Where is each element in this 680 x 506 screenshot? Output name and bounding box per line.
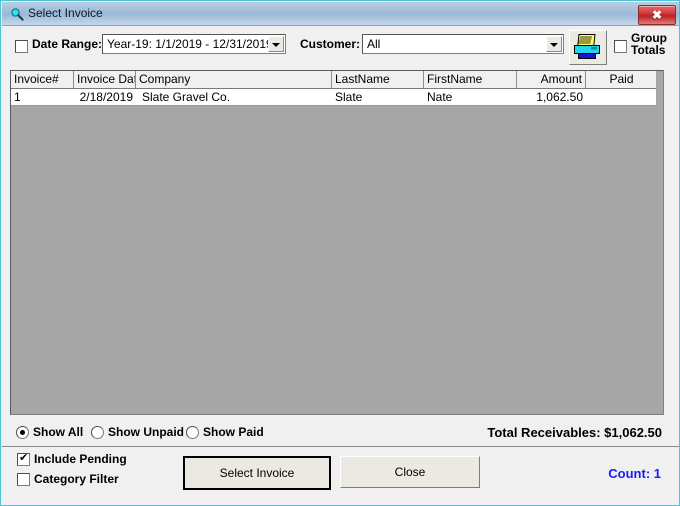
close-button[interactable]: Close — [340, 456, 480, 488]
column-header-last-name[interactable]: LastName — [332, 71, 424, 88]
radio-label-show-all[interactable]: Show All — [33, 425, 83, 439]
cell-amount: 1,062.50 — [536, 90, 583, 104]
invoice-grid[interactable]: Invoice# Invoice Date Company LastName F… — [10, 70, 664, 415]
column-header-first-name[interactable]: FirstName — [424, 71, 517, 88]
window-title: Select Invoice — [28, 6, 103, 20]
cell-first-name: Nate — [427, 90, 453, 104]
column-header-amount[interactable]: Amount — [517, 71, 586, 88]
table-row[interactable]: 1 2/18/2019 Slate Gravel Co. Slate Nate … — [11, 89, 657, 106]
group-totals-checkbox[interactable] — [614, 40, 627, 53]
radio-show-all[interactable] — [16, 426, 29, 439]
category-filter-label[interactable]: Category Filter — [34, 472, 119, 486]
select-invoice-button[interactable]: Select Invoice — [183, 456, 331, 490]
category-filter-checkbox[interactable] — [17, 473, 30, 486]
cell-company: Slate Gravel Co. — [142, 90, 231, 104]
total-receivables: Total Receivables: $1,062.50 — [487, 425, 662, 440]
customer-select[interactable]: All — [362, 34, 564, 54]
customer-value: All — [367, 37, 381, 51]
group-totals-label: Group Totals — [631, 32, 667, 56]
column-header-company[interactable]: Company — [136, 71, 332, 88]
cell-invoice-no: 1 — [14, 90, 21, 104]
date-range-label: Date Range: — [32, 37, 103, 51]
grid-header-row: Invoice# Invoice Date Company LastName F… — [11, 71, 663, 89]
chevron-down-icon[interactable] — [268, 36, 284, 52]
include-pending-label[interactable]: Include Pending — [34, 452, 127, 466]
close-icon: ✖ — [651, 8, 663, 22]
print-button[interactable] — [569, 30, 607, 65]
group-totals-line2: Totals — [631, 43, 666, 57]
show-filter-bar: Show All Show Unpaid Show Paid Total Rec… — [2, 419, 679, 447]
radio-label-show-unpaid[interactable]: Show Unpaid — [108, 425, 184, 439]
column-header-invoice-date[interactable]: Invoice Date — [74, 71, 136, 88]
grid-right-gutter — [656, 71, 663, 414]
radio-show-paid[interactable] — [186, 426, 199, 439]
column-header-invoice-no[interactable]: Invoice# — [11, 71, 74, 88]
select-invoice-window: Select Invoice ✖ Date Range: Year-19: 1/… — [0, 0, 680, 506]
chevron-down-icon[interactable] — [546, 36, 562, 52]
close-window-button[interactable]: ✖ — [638, 5, 676, 25]
cell-last-name: Slate — [335, 90, 363, 104]
date-range-value: Year-19: 1/1/2019 - 12/31/2019 — [107, 37, 273, 51]
record-count: Count: 1 — [608, 466, 661, 481]
printer-icon — [574, 34, 600, 59]
radio-label-show-paid[interactable]: Show Paid — [203, 425, 264, 439]
customer-label: Customer: — [300, 37, 361, 51]
date-range-checkbox[interactable] — [15, 40, 28, 53]
date-range-select[interactable]: Year-19: 1/1/2019 - 12/31/2019 — [102, 34, 286, 54]
title-bar: Select Invoice ✖ — [2, 2, 679, 26]
radio-show-unpaid[interactable] — [91, 426, 104, 439]
cell-invoice-date: 2/18/2019 — [79, 90, 133, 104]
column-header-paid[interactable]: Paid — [586, 71, 657, 88]
cell-paid — [586, 89, 657, 105]
magnifier-icon — [10, 7, 24, 21]
include-pending-checkbox[interactable] — [17, 451, 30, 466]
